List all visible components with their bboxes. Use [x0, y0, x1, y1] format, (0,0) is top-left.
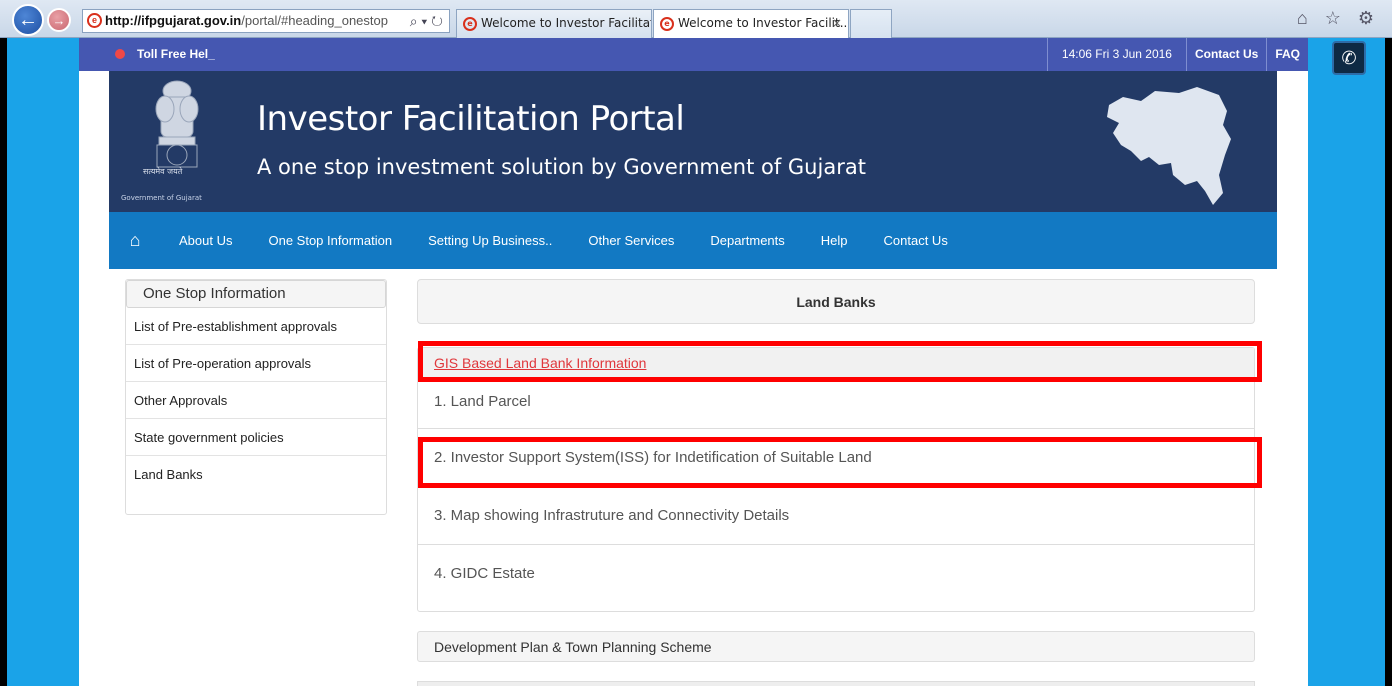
new-tab-button[interactable]: [850, 9, 892, 38]
sidebar-item-state-policies[interactable]: State government policies: [126, 419, 386, 456]
highlight-box-iss: [418, 437, 1262, 488]
tab-title: Welcome to Investor Facilitatio...: [481, 16, 651, 30]
sidebar: One Stop Information List of Pre-establi…: [125, 279, 387, 515]
header-banner: सत्यमेव जयते Government of Gujarat Inves…: [109, 71, 1277, 212]
nav-setting-up-business[interactable]: Setting Up Business..: [410, 233, 570, 248]
panel-title: Land Banks: [417, 279, 1255, 324]
main-content: Land Banks GIS Based Land Bank Informati…: [417, 279, 1255, 686]
datetime: 14:06 Fri 3 Jun 2016: [1046, 38, 1186, 71]
ie-icon: e: [463, 17, 477, 31]
home-icon[interactable]: ⌂: [109, 230, 161, 251]
nav-contact-us[interactable]: Contact Us: [866, 233, 966, 248]
url-domain: http://ifpgujarat.gov.in: [105, 13, 242, 28]
site-title: Investor Facilitation Portal: [257, 99, 685, 139]
site-subtitle: A one stop investment solution by Govern…: [257, 155, 866, 179]
sidebar-item-pre-operation[interactable]: List of Pre-operation approvals: [126, 345, 386, 382]
highlight-box-gis: [418, 341, 1262, 382]
gujarat-map-icon: [1107, 87, 1231, 205]
top-bar: Toll Free Hel_ 14:06 Fri 3 Jun 2016 Cont…: [79, 38, 1308, 71]
nav-one-stop-information[interactable]: One Stop Information: [250, 233, 410, 248]
main-nav: ⌂ About Us One Stop Information Setting …: [109, 212, 1277, 269]
home-star-gear-icons[interactable]: ⌂ ☆ ⚙: [1297, 8, 1380, 29]
sidebar-item-pre-establishment[interactable]: List of Pre-establishment approvals: [126, 308, 386, 345]
sidebar-item-land-banks[interactable]: Land Banks: [126, 456, 386, 493]
list-item-infrastructure-map[interactable]: 3. Map showing Infrastruture and Connect…: [418, 487, 1254, 545]
back-button[interactable]: ←: [12, 4, 44, 36]
top-right-links: 14:06 Fri 3 Jun 2016 Contact Us FAQ: [1046, 38, 1308, 71]
emblem-caption: Government of Gujarat: [121, 194, 202, 202]
toll-free-ticker: Toll Free Hel_: [115, 47, 215, 61]
nav-help[interactable]: Help: [803, 233, 866, 248]
sidebar-heading: One Stop Information: [126, 280, 386, 308]
contact-us-link[interactable]: Contact Us: [1185, 38, 1266, 71]
faq-link[interactable]: FAQ: [1266, 38, 1308, 71]
nav-departments[interactable]: Departments: [692, 233, 802, 248]
forward-button[interactable]: →: [47, 8, 71, 32]
tab-title: Welcome to Investor Facilit...: [678, 16, 849, 30]
window-frame-right: [1385, 38, 1392, 686]
development-plan-header[interactable]: Development Plan & Town Planning Scheme: [417, 631, 1255, 662]
nav-other-services[interactable]: Other Services: [570, 233, 692, 248]
browser-tab-2[interactable]: e Welcome to Investor Facilit... ×: [653, 9, 849, 38]
list-item-land-parcel[interactable]: 1. Land Parcel: [418, 379, 1254, 429]
browser-toolbar: ← → e http://ifpgujarat.gov.in/portal/#h…: [0, 0, 1392, 38]
address-bar[interactable]: e http://ifpgujarat.gov.in/portal/#headi…: [82, 9, 450, 33]
emblem-icon: [155, 80, 199, 168]
status-dot-icon: [115, 49, 125, 59]
url-path: /portal/#heading_onestop: [241, 13, 388, 28]
list-item-gidc-estate[interactable]: 4. GIDC Estate: [418, 545, 1254, 603]
sidebar-item-other-approvals[interactable]: Other Approvals: [126, 382, 386, 419]
toll-free-text: Toll Free Hel_: [137, 47, 215, 61]
browser-tab-1[interactable]: e Welcome to Investor Facilitatio...: [456, 9, 652, 38]
emblem-motto: सत्यमेव जयते: [143, 167, 183, 176]
window-frame-left: [0, 38, 7, 686]
phone-icon[interactable]: ✆: [1332, 41, 1366, 75]
search-refresh-icon[interactable]: ⌕ ▾ ↻: [410, 10, 443, 32]
next-panel-strip: [417, 681, 1255, 686]
ie-icon: e: [660, 17, 674, 31]
close-tab-icon[interactable]: ×: [832, 10, 842, 37]
nav-about-us[interactable]: About Us: [161, 233, 250, 248]
ie-icon: e: [87, 13, 102, 28]
